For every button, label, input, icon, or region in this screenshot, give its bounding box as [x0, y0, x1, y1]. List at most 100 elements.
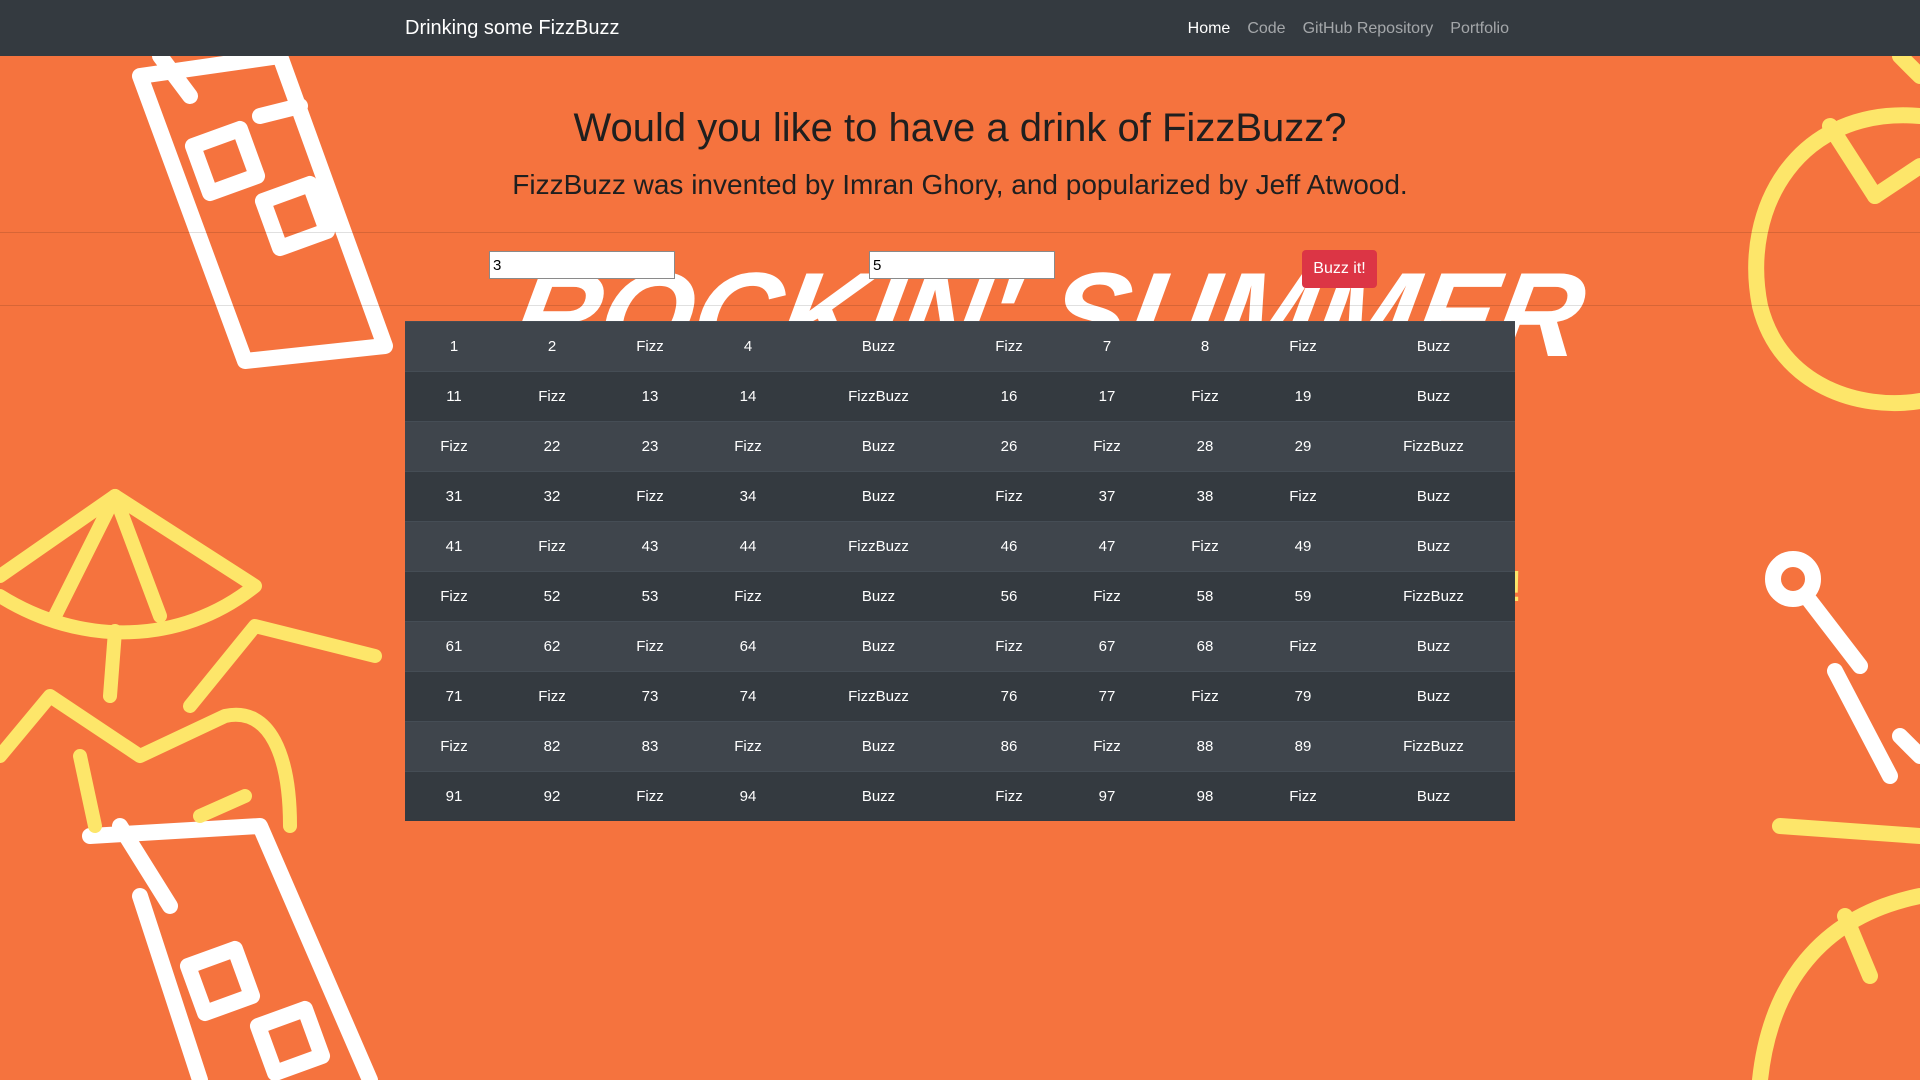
nav-links: Home Code GitHub Repository Portfolio: [1188, 19, 1509, 39]
table-cell: 19: [1254, 371, 1352, 422]
citrus-slice-icon: [1752, 818, 1920, 1080]
buzz-number-input[interactable]: [869, 251, 1055, 279]
stirrer-icon: [1765, 551, 1920, 784]
table-cell: Buzz: [797, 771, 960, 821]
table-cell: 53: [601, 571, 699, 622]
table-cell: 28: [1156, 421, 1254, 472]
table-cell: Fizz: [1254, 771, 1352, 821]
drink-glass-icon: [82, 818, 378, 1080]
table-cell: 37: [1058, 471, 1156, 522]
table-cell: Fizz: [503, 521, 601, 572]
buzz-it-button[interactable]: Buzz it!: [1302, 250, 1377, 288]
table-cell: Fizz: [960, 471, 1058, 522]
table-cell: Fizz: [503, 671, 601, 722]
table-cell: 22: [503, 421, 601, 472]
table-cell: Fizz: [1058, 721, 1156, 772]
table-cell: Buzz: [1352, 521, 1515, 572]
table-cell: FizzBuzz: [1352, 421, 1515, 472]
table-row: 41 Fizz 43 44 FizzBuzz 46 47 Fizz 49 Buzz: [405, 521, 1515, 572]
table-cell: Fizz: [1058, 571, 1156, 622]
table-row: 11 Fizz 13 14 FizzBuzz 16 17 Fizz 19 Buzz: [405, 371, 1515, 422]
table-cell: 17: [1058, 371, 1156, 422]
table-cell: 83: [601, 721, 699, 772]
fizzbuzz-results-table: 1 2 Fizz 4 Buzz Fizz 7 8 Fizz Buzz 11 Fizz 13 14 FizzB…: [405, 321, 1515, 821]
table-cell: 71: [405, 671, 503, 722]
table-cell: 52: [503, 571, 601, 622]
table-cell: Fizz: [1058, 421, 1156, 472]
table-cell: 1: [405, 321, 503, 372]
table-cell: Buzz: [797, 621, 960, 672]
table-cell: Fizz: [405, 571, 503, 622]
table-cell: Buzz: [797, 421, 960, 472]
table-cell: 67: [1058, 621, 1156, 672]
table-cell: Fizz: [405, 421, 503, 472]
page-title: Would you like to have a drink of FizzBu…: [573, 106, 1347, 150]
table-cell: 92: [503, 771, 601, 821]
table-cell: Fizz: [601, 621, 699, 672]
table-cell: 88: [1156, 721, 1254, 772]
table-cell: 77: [1058, 671, 1156, 722]
table-cell: Fizz: [1156, 371, 1254, 422]
nav-link-code[interactable]: Code: [1247, 19, 1285, 39]
table-cell: Fizz: [1254, 621, 1352, 672]
table-cell: Fizz: [699, 421, 797, 472]
table-row: Fizz 52 53 Fizz Buzz 56 Fizz 58 59 FizzBuzz: [405, 571, 1515, 622]
table-cell: 13: [601, 371, 699, 422]
table-cell: 94: [699, 771, 797, 821]
table-cell: Buzz: [1352, 321, 1515, 372]
table-cell: 61: [405, 621, 503, 672]
table-row: 71 Fizz 73 74 FizzBuzz 76 77 Fizz 79 Buzz: [405, 671, 1515, 722]
drink-glass-icon: [132, 56, 393, 369]
table-cell: 97: [1058, 771, 1156, 821]
table-cell: 74: [699, 671, 797, 722]
table-cell: Fizz: [601, 771, 699, 821]
table-cell: 56: [960, 571, 1058, 622]
table-cell: 7: [1058, 321, 1156, 372]
table-cell: 98: [1156, 771, 1254, 821]
table-cell: 64: [699, 621, 797, 672]
table-cell: 89: [1254, 721, 1352, 772]
page-subtitle: FizzBuzz was invented by Imran Ghory, an…: [512, 169, 1408, 200]
table-cell: 79: [1254, 671, 1352, 722]
navbar: Drinking some FizzBuzz Home Code GitHub …: [0, 0, 1920, 56]
table-cell: Fizz: [1156, 671, 1254, 722]
table-cell: 2: [503, 321, 601, 372]
table-cell: Buzz: [797, 471, 960, 522]
table-cell: 34: [699, 471, 797, 522]
table-cell: Fizz: [699, 571, 797, 622]
table-cell: 31: [405, 471, 503, 522]
table-cell: 16: [960, 371, 1058, 422]
table-cell: Buzz: [797, 721, 960, 772]
table-row: Fizz 82 83 Fizz Buzz 86 Fizz 88 89 FizzBuzz: [405, 721, 1515, 772]
fizz-number-input[interactable]: [489, 251, 675, 279]
table-cell: Fizz: [601, 471, 699, 522]
table-cell: 91: [405, 771, 503, 821]
table-cell: 44: [699, 521, 797, 572]
table-cell: 41: [405, 521, 503, 572]
table-cell: 14: [699, 371, 797, 422]
results-body: 1 2 Fizz 4 Buzz Fizz 7 8 Fizz Buzz 11 Fizz 13 14 FizzB…: [405, 321, 1515, 821]
table-cell: Fizz: [1156, 521, 1254, 572]
table-cell: Fizz: [601, 321, 699, 372]
table-cell: 59: [1254, 571, 1352, 622]
nav-link-home[interactable]: Home: [1188, 19, 1231, 39]
table-cell: Buzz: [1352, 471, 1515, 522]
table-cell: Fizz: [960, 771, 1058, 821]
table-cell: Buzz: [1352, 371, 1515, 422]
nav-link-portfolio[interactable]: Portfolio: [1450, 19, 1509, 39]
table-row: 91 92 Fizz 94 Buzz Fizz 97 98 Fizz Buzz: [405, 771, 1515, 821]
table-cell: 29: [1254, 421, 1352, 472]
navbar-brand[interactable]: Drinking some FizzBuzz: [405, 16, 620, 40]
table-row: Fizz 22 23 Fizz Buzz 26 Fizz 28 29 FizzBuzz: [405, 421, 1515, 472]
table-cell: Buzz: [797, 571, 960, 622]
table-cell: 47: [1058, 521, 1156, 572]
table-row: 31 32 Fizz 34 Buzz Fizz 37 38 Fizz Buzz: [405, 471, 1515, 522]
table-cell: Fizz: [960, 621, 1058, 672]
table-cell: 8: [1156, 321, 1254, 372]
table-cell: 58: [1156, 571, 1254, 622]
table-cell: 68: [1156, 621, 1254, 672]
table-cell: Buzz: [1352, 621, 1515, 672]
table-cell: FizzBuzz: [797, 521, 960, 572]
nav-link-github-repository[interactable]: GitHub Repository: [1303, 19, 1434, 39]
table-cell: Buzz: [1352, 671, 1515, 722]
